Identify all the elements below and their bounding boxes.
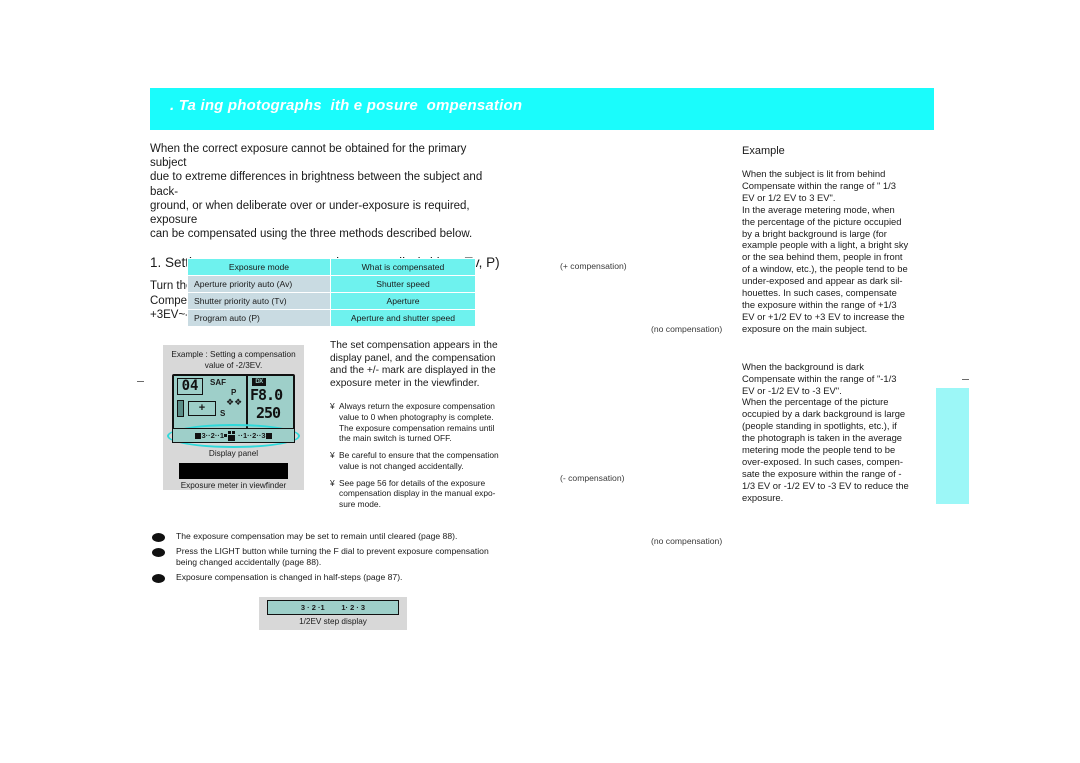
exposure-meter-scale: 3 ·· 2 ·· 1 ·· 1 ·· 2 ·· 3 (172, 428, 295, 443)
table-cell-mode: Aperture priority auto (Av) (187, 275, 331, 293)
lcd-panel: 04 SAF P ❖❖ S + DX F8.0 250 (172, 374, 295, 430)
table-header-what-compensated: What is compensated (330, 258, 476, 276)
note-item: ¥ Always return the exposure compensatio… (330, 401, 530, 444)
label-plus-compensation: (+ compensation) (560, 261, 627, 271)
label-no-compensation-lower: (no compensation) (651, 536, 723, 546)
mode-p-label: P (231, 388, 237, 397)
example-title: Example (742, 145, 785, 157)
table-row: Program auto (P) Aperture and shutter sp… (187, 309, 476, 327)
exposure-mode-table: Exposure mode What is compensated Apertu… (187, 258, 476, 327)
note-mark-icon: ¥ (330, 450, 335, 461)
mode-s-label: S (220, 409, 226, 418)
lcd-divider (246, 376, 248, 428)
note-item: ¥ Be careful to ensure that the compensa… (330, 450, 530, 471)
intro-paragraph: When the correct exposure cannot be obta… (150, 143, 483, 241)
note-mark-icon: ¥ (330, 401, 335, 412)
crop-mark-right (962, 379, 969, 380)
bullet-dot-icon (152, 574, 165, 583)
table-cell-compensated: Aperture and shutter speed (330, 309, 476, 327)
crop-mark-left (137, 381, 144, 382)
bullet-list: The exposure compensation may be set to … (152, 531, 572, 587)
halfstep-scale-right: · 2 · 3 (345, 603, 366, 612)
note-text: See page 56 for details of the exposure … (339, 477, 496, 509)
bullet-dot-icon (152, 533, 165, 542)
meter-indicator-blocks (224, 430, 238, 441)
bullet-item: Press the LIGHT button while turning the… (152, 546, 572, 568)
bullet-dot-icon (152, 548, 165, 557)
note-text: Always return the exposure compensation … (339, 401, 495, 444)
shutter-speed-value: 250 (256, 404, 281, 422)
table-row: Aperture priority auto (Av) Shutter spee… (187, 275, 476, 293)
right-column: Example When the subject is lit from beh… (742, 145, 927, 504)
note-item: ¥ See page 56 for details of the exposur… (330, 478, 530, 510)
page-title: . Ta ing photographs ith e posure ompens… (170, 97, 523, 114)
label-minus-compensation: (- compensation) (560, 473, 625, 483)
illustration-caption: Example : Setting a compensation value o… (171, 350, 296, 370)
halfstep-illustration: 3 · 2 · 1 1 · 2 · 3 1/2EV step display (259, 597, 407, 630)
table-row: Shutter priority auto (Tv) Aperture (187, 292, 476, 310)
middle-notes: ¥ Always return the exposure compensatio… (330, 401, 530, 509)
note-mark-icon: ¥ (330, 477, 335, 488)
table-cell-compensated: Shutter speed (330, 275, 476, 293)
bullet-text: The exposure compensation may be set to … (176, 531, 458, 541)
table-cell-compensated: Aperture (330, 292, 476, 310)
display-panel-label: Display panel (208, 449, 259, 458)
section-banner: . Ta ing photographs ith e posure ompens… (150, 88, 934, 130)
label-no-compensation-upper: (no compensation) (651, 324, 723, 334)
table-header-row: Exposure mode What is compensated (187, 258, 476, 276)
table-cell-mode: Program auto (P) (187, 309, 331, 327)
example-block-backlit: When the subject is lit from behind Comp… (742, 168, 909, 334)
viewfinder-label: Exposure meter in viewfinder (180, 481, 287, 490)
note-text: Be careful to ensure that the compensati… (339, 450, 499, 471)
example-block-dark-background: When the background is dark Compensate w… (742, 360, 909, 503)
dx-badge: DX (252, 378, 266, 386)
page-root: . Ta ing photographs ith e posure ompens… (0, 0, 1080, 763)
frame-counter: 04 (177, 378, 203, 395)
drive-icon: ❖❖ (226, 397, 243, 407)
bullet-item: Exposure compensation is changed in half… (152, 572, 572, 583)
meter-end-right (265, 432, 272, 439)
table-header-exposure-mode: Exposure mode (187, 258, 331, 276)
plus-compensation-box: + (188, 401, 216, 416)
halfstep-indicator-blocks (325, 576, 342, 639)
table-cell-mode: Shutter priority auto (Tv) (187, 292, 331, 310)
af-mode-label: SAF (210, 378, 226, 387)
bullet-text: Exposure compensation is changed in half… (176, 572, 403, 582)
middle-paragraph: The set compensation appears in the disp… (330, 340, 498, 389)
halfstep-meter-scale: 3 · 2 · 1 1 · 2 · 3 (267, 600, 399, 615)
display-panel-illustration: Example : Setting a compensation value o… (163, 345, 304, 490)
middle-column: The set compensation appears in the disp… (330, 340, 530, 516)
halfstep-caption: 1/2EV step display (299, 617, 367, 626)
bullet-text: Press the LIGHT button while turning the… (176, 546, 489, 567)
battery-icon (177, 400, 184, 417)
halfstep-scale-left: 3 · 2 · (300, 603, 321, 612)
viewfinder-strip (179, 463, 288, 479)
bullet-item: The exposure compensation may be set to … (152, 531, 572, 542)
page-edge-tab (936, 388, 969, 504)
aperture-value: F8.0 (250, 386, 283, 404)
